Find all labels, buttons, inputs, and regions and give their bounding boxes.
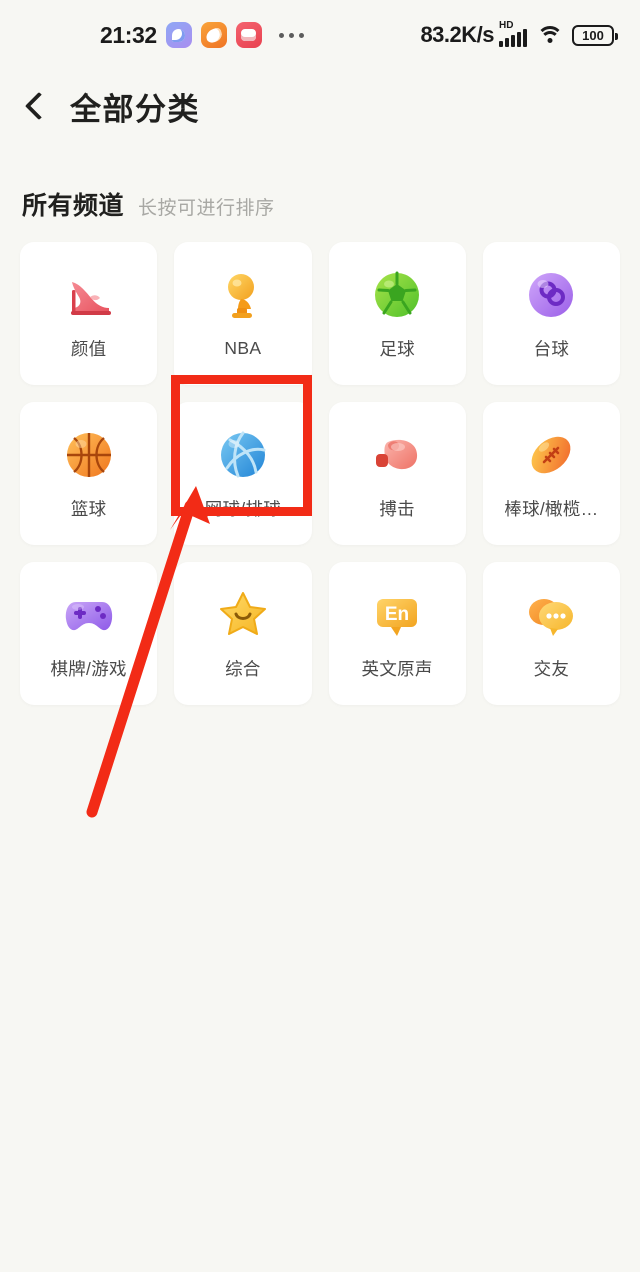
chat-bubbles-icon xyxy=(522,586,580,644)
wifi-icon xyxy=(536,25,563,46)
status-bar-left: 21:32 xyxy=(100,22,304,49)
category-label: 台球 xyxy=(533,339,570,359)
category-label: 交友 xyxy=(533,659,570,679)
signal-bars-icon: HD xyxy=(499,20,527,47)
section-title: 所有频道 xyxy=(22,192,125,220)
svg-text:En: En xyxy=(385,604,409,625)
category-label: 棋牌/游戏 xyxy=(50,659,127,679)
more-apps-dots-icon xyxy=(278,32,304,38)
soccer-ball-icon xyxy=(368,266,426,324)
category-label: 足球 xyxy=(379,339,415,359)
trophy-icon xyxy=(214,268,272,326)
page-title: 全部分类 xyxy=(70,91,200,127)
network-speed: 83.2K/s xyxy=(420,22,494,47)
category-label: 搏击 xyxy=(379,499,415,519)
football-icon xyxy=(522,426,580,484)
category-label: 棒球/橄榄… xyxy=(504,499,599,519)
category-item-baseball-rugby[interactable]: 棒球/橄榄… xyxy=(482,402,620,545)
en-bubble-icon: En xyxy=(368,586,426,644)
nav-header: 全部分类 xyxy=(0,70,640,142)
basketball-icon xyxy=(60,426,118,484)
category-label: NBA xyxy=(224,338,262,358)
category-label: 篮球 xyxy=(70,499,107,519)
gamepad-icon xyxy=(60,586,118,644)
battery-icon: 100 xyxy=(572,24,618,46)
status-bar-right: 83.2K/s HD 100 xyxy=(420,20,618,48)
volleyball-icon xyxy=(214,426,272,484)
section-hint: 长按可进行排序 xyxy=(138,198,275,219)
category-item-nba[interactable]: NBA xyxy=(174,242,312,385)
category-item-tennis-volleyball[interactable]: 网球/排球 xyxy=(174,402,312,545)
messenger-app-icon xyxy=(165,22,192,48)
status-time: 21:32 xyxy=(100,21,157,48)
category-label: 英文原声 xyxy=(361,659,433,679)
billiard-eight-ball-icon xyxy=(522,266,580,324)
smiling-star-icon xyxy=(214,586,272,644)
category-item-chess-games[interactable]: 棋牌/游戏 xyxy=(20,562,158,705)
category-grid: 颜值 NBA 足球 台球 篮球 网球/排球 搏击 棒球/橄榄… 棋牌/游戏 综合… xyxy=(0,242,640,705)
group-app-icon xyxy=(235,22,262,48)
high-heel-icon xyxy=(60,266,118,324)
category-item-billiards[interactable]: 台球 xyxy=(482,242,620,385)
category-item-english-audio[interactable]: En 英文原声 xyxy=(328,562,466,705)
status-bar: 21:32 83.2K/s HD 100 xyxy=(0,0,640,70)
category-label: 颜值 xyxy=(70,339,107,359)
category-item-basketball[interactable]: 篮球 xyxy=(20,402,158,545)
hd-label: HD xyxy=(499,20,514,31)
category-label: 网球/排球 xyxy=(204,499,282,519)
category-item-fighting[interactable]: 搏击 xyxy=(328,402,466,545)
boxing-glove-icon xyxy=(368,426,426,484)
back-chevron-icon[interactable] xyxy=(22,88,48,124)
category-item-yanzhi[interactable]: 颜值 xyxy=(20,242,158,385)
section-header: 所有频道 长按可进行排序 xyxy=(0,142,640,222)
bird-app-icon xyxy=(200,22,227,48)
battery-level: 100 xyxy=(582,27,604,43)
category-item-football[interactable]: 足球 xyxy=(328,242,466,385)
category-label: 综合 xyxy=(225,659,261,679)
category-item-general[interactable]: 综合 xyxy=(174,562,312,705)
category-item-friends[interactable]: 交友 xyxy=(482,562,620,705)
